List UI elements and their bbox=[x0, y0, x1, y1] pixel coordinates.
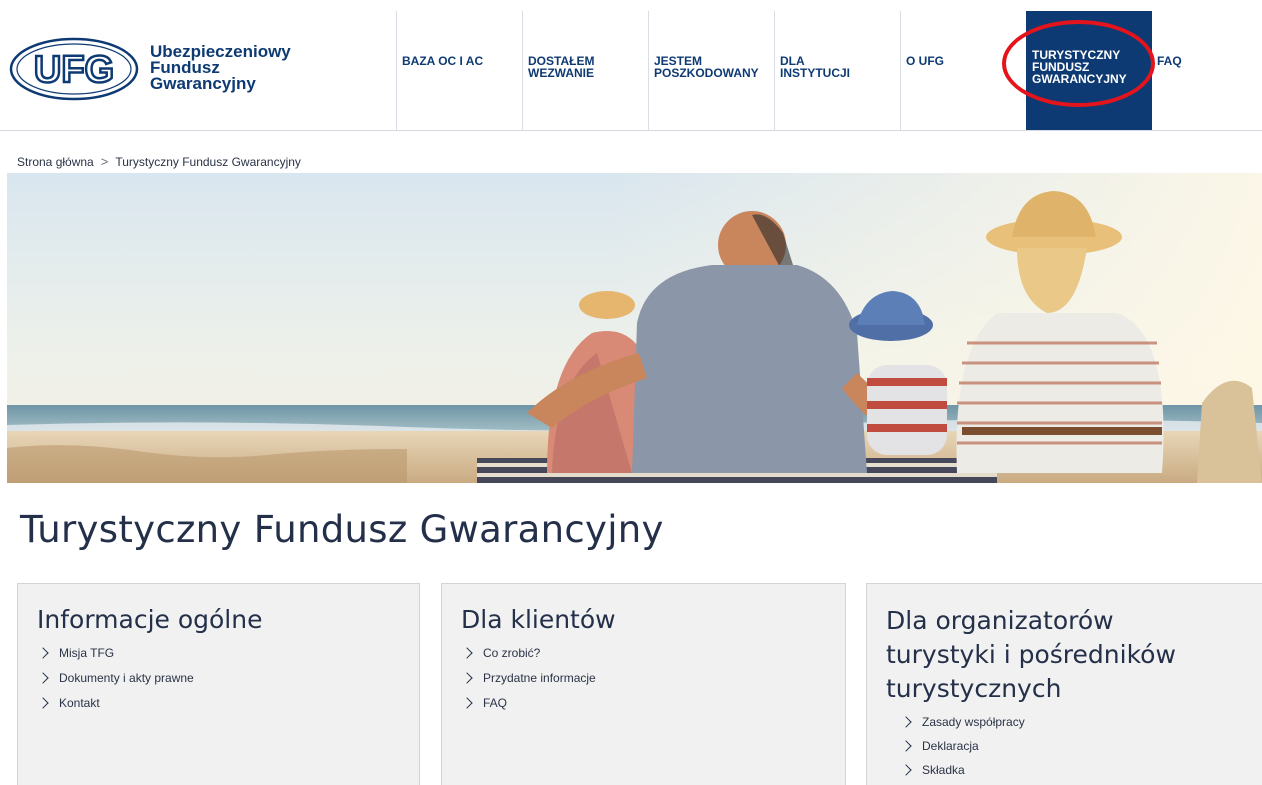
nav-label: GWARANCYJNY bbox=[1032, 72, 1127, 86]
link-dokumenty-i-akty-prawne[interactable]: Dokumenty i akty prawne bbox=[37, 665, 419, 690]
link-faq[interactable]: FAQ bbox=[461, 690, 845, 715]
link-label: Co zrobić? bbox=[483, 645, 541, 660]
card-dla-klientow: Dla klientów Co zrobić? Przydatne inform… bbox=[441, 583, 846, 785]
card-title: Informacje ogólne bbox=[37, 605, 263, 634]
nav-label: BAZA OC I AC bbox=[402, 54, 484, 68]
chevron-right-icon bbox=[461, 671, 473, 684]
link-label: FAQ bbox=[483, 695, 508, 710]
chevron-right-icon bbox=[900, 716, 912, 728]
link-skladka[interactable]: Składka bbox=[900, 758, 1262, 782]
card-title: Dla organizatorów turystyki i pośrednikó… bbox=[886, 604, 1262, 706]
beach-family-illustration bbox=[7, 173, 1262, 483]
chevron-right-icon bbox=[461, 696, 473, 709]
header-divider bbox=[0, 130, 1262, 131]
link-label: Przydatne informacje bbox=[483, 670, 596, 685]
breadcrumb-current: Turystyczny Fundusz Gwarancyjny bbox=[115, 154, 301, 169]
chevron-right-icon bbox=[900, 764, 912, 776]
nav-label: O UFG bbox=[906, 54, 944, 68]
ufg-logo[interactable]: UFG bbox=[8, 36, 140, 102]
link-misja-tfg[interactable]: Misja TFG bbox=[37, 640, 419, 665]
nav-item-turystyczny-fundusz-gwarancyjny[interactable]: TURYSTYCZNY FUNDUSZ GWARANCYJNY bbox=[1026, 11, 1152, 131]
link-label: Zasady współpracy bbox=[922, 715, 1025, 729]
nav-item-faq[interactable]: FAQ bbox=[1152, 11, 1262, 131]
svg-text:UFG: UFG bbox=[34, 49, 114, 91]
site-header: UFG Ubezpieczeniowy Fundusz Gwarancyjny … bbox=[0, 0, 1262, 131]
nav-item-o-ufg[interactable]: O UFG bbox=[900, 11, 1026, 131]
link-label: Misja TFG bbox=[59, 645, 115, 660]
chevron-right-icon bbox=[461, 646, 473, 659]
link-co-zrobic[interactable]: Co zrobić? bbox=[461, 640, 845, 665]
brand-name-line3: Gwarancyjny bbox=[150, 74, 256, 93]
nav-label: POSZKODOWANY bbox=[654, 66, 759, 80]
chevron-right-icon bbox=[37, 696, 49, 709]
link-label: Deklaracja bbox=[922, 739, 979, 753]
card-title-line3: turystycznych bbox=[886, 674, 1062, 703]
link-label: Składka bbox=[922, 763, 965, 777]
page-title: Turystyczny Fundusz Gwarancyjny bbox=[20, 508, 664, 551]
nav-label: INSTYTUCJI bbox=[780, 66, 851, 80]
card-title-line1: Dla organizatorów bbox=[886, 606, 1114, 635]
card-title: Dla klientów bbox=[461, 605, 616, 634]
card-links: Co zrobić? Przydatne informacje FAQ bbox=[461, 640, 845, 715]
link-przydatne-informacje[interactable]: Przydatne informacje bbox=[461, 665, 845, 690]
breadcrumb: Strona główna > Turystyczny Fundusz Gwar… bbox=[17, 154, 301, 169]
main-nav: BAZA OC I AC DOSTAŁEM WEZWANIE JESTEM PO… bbox=[396, 11, 1262, 131]
breadcrumb-separator: > bbox=[100, 154, 109, 169]
nav-label: WEZWANIE bbox=[528, 66, 594, 80]
nav-label: FAQ bbox=[1157, 54, 1182, 68]
ufg-logo-icon: UFG bbox=[9, 37, 139, 101]
link-label: Kontakt bbox=[59, 695, 100, 710]
nav-item-dostalem-wezwanie[interactable]: DOSTAŁEM WEZWANIE bbox=[522, 11, 648, 131]
link-label: Dokumenty i akty prawne bbox=[59, 670, 194, 685]
card-informacje-ogolne: Informacje ogólne Misja TFG Dokumenty i … bbox=[17, 583, 420, 785]
chevron-right-icon bbox=[900, 740, 912, 752]
card-links: Zasady współpracy Deklaracja Składka bbox=[900, 710, 1262, 782]
link-deklaracja[interactable]: Deklaracja bbox=[900, 734, 1262, 758]
nav-item-dla-instytucji[interactable]: DLA INSTYTUCJI bbox=[774, 11, 900, 131]
hero-image bbox=[7, 173, 1262, 483]
chevron-right-icon bbox=[37, 671, 49, 684]
breadcrumb-home-link[interactable]: Strona główna bbox=[17, 155, 94, 169]
card-links: Misja TFG Dokumenty i akty prawne Kontak… bbox=[37, 640, 419, 715]
card-title-line2: turystyki i pośredników bbox=[886, 640, 1176, 669]
link-kontakt[interactable]: Kontakt bbox=[37, 690, 419, 715]
chevron-right-icon bbox=[37, 646, 49, 659]
card-dla-organizatorow: Dla organizatorów turystyki i pośrednikó… bbox=[866, 583, 1262, 785]
link-zasady-wspolpracy[interactable]: Zasady współpracy bbox=[900, 710, 1262, 734]
brand-name[interactable]: Ubezpieczeniowy Fundusz Gwarancyjny bbox=[150, 43, 291, 93]
nav-item-jestem-poszkodowany[interactable]: JESTEM POSZKODOWANY bbox=[648, 11, 774, 131]
nav-item-baza-oc-ac[interactable]: BAZA OC I AC bbox=[396, 11, 522, 131]
